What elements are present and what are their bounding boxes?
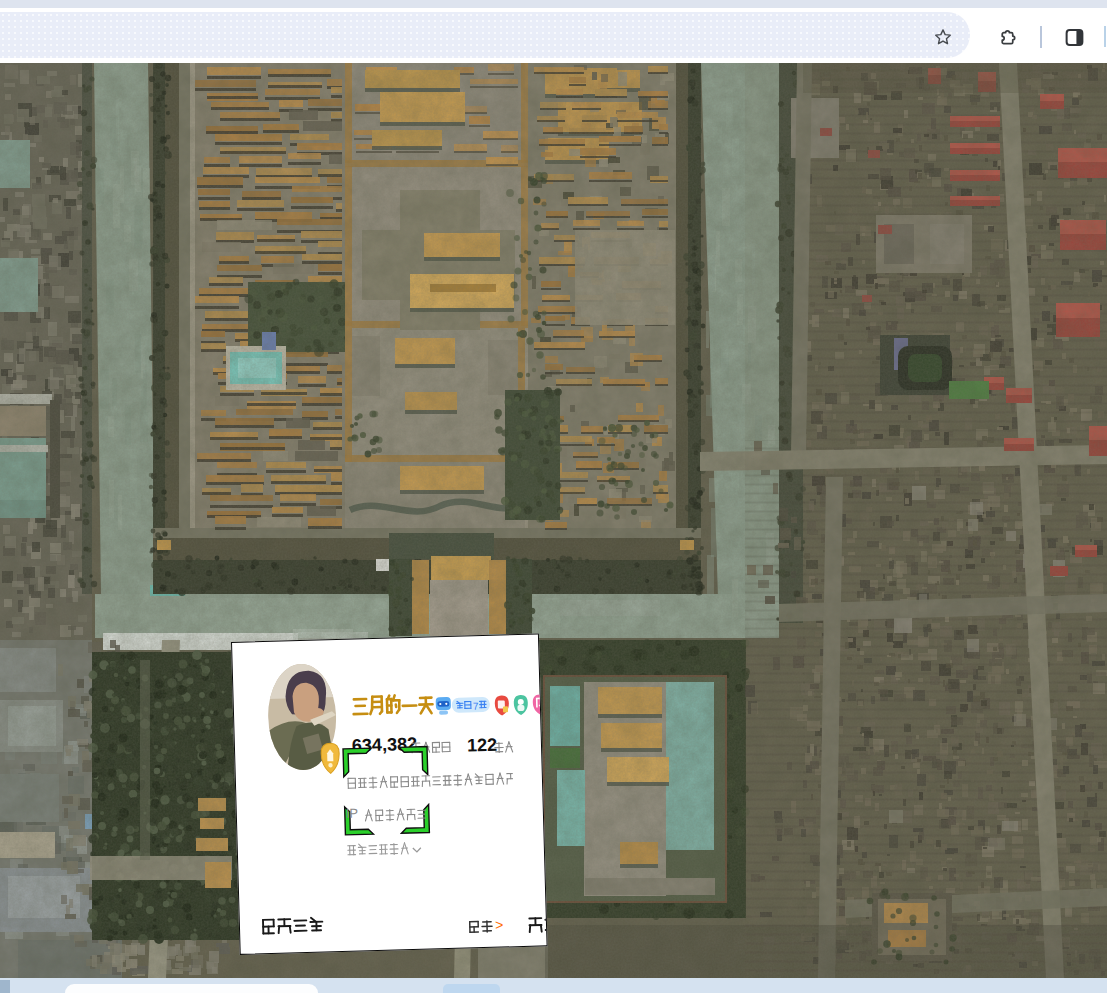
svg-text:7: 7	[473, 701, 479, 712]
